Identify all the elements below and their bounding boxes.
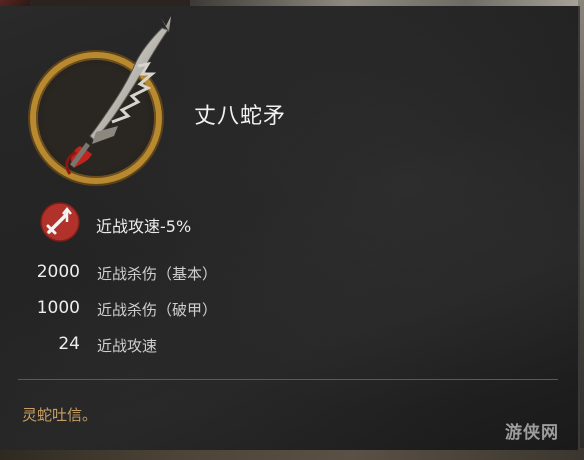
divider [18, 379, 558, 380]
site-watermark: 游侠网 [505, 423, 559, 443]
stat-value: 2000 [36, 262, 80, 282]
attack-speed-down-icon [40, 202, 80, 242]
item-effect: 近战攻速-5% [96, 217, 192, 236]
stat-row: 2000 近战杀伤（基本） [0, 262, 300, 286]
stat-label: 近战杀伤（破甲） [97, 301, 218, 319]
stat-label: 近战攻速 [97, 337, 158, 355]
stat-value: 1000 [36, 298, 80, 318]
serpent-spear-icon [65, 16, 171, 175]
item-name: 丈八蛇矛 [194, 104, 287, 129]
stat-label: 近战杀伤（基本） [97, 265, 218, 283]
stat-value: 24 [58, 334, 80, 354]
item-tooltip: 丈八蛇矛 近战攻速-5% 2000 近战杀伤（基本） 1000 近战杀伤（破甲）… [0, 6, 580, 450]
item-flavor-text: 灵蛇吐信。 [22, 406, 98, 424]
stat-row: 24 近战攻速 [0, 334, 300, 358]
stat-row: 1000 近战杀伤（破甲） [0, 298, 300, 322]
